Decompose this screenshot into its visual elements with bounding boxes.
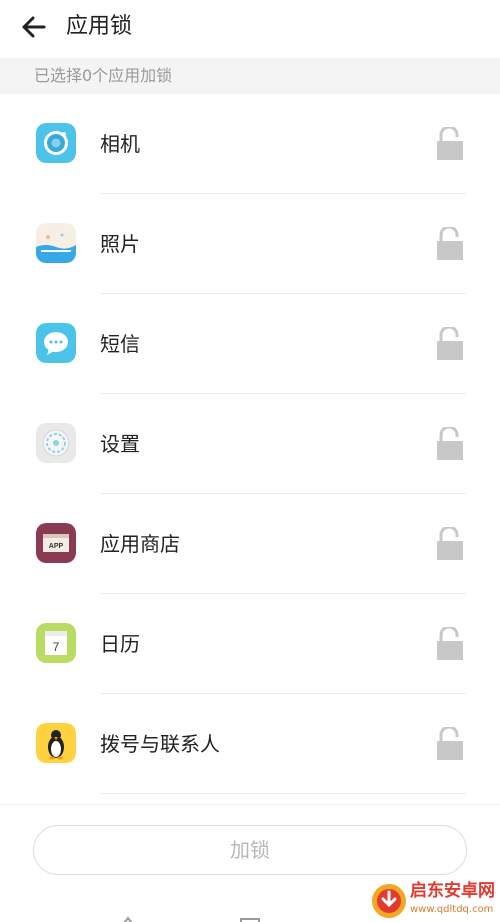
app-name: 设置 (100, 432, 140, 456)
app-name: 照片 (100, 232, 140, 256)
list-item-calendar[interactable]: 7 日历 (0, 594, 500, 694)
watermark-text: 启东安卓网 (410, 881, 495, 901)
lock-apps-button[interactable]: 加锁 (33, 825, 467, 875)
list-item-settings[interactable]: 设置 (0, 394, 500, 494)
unlocked-padlock-icon[interactable] (436, 525, 464, 561)
nav-home-icon[interactable] (240, 915, 260, 922)
photos-icon (36, 223, 76, 263)
nav-back-icon[interactable] (118, 913, 138, 922)
unlocked-padlock-icon[interactable] (436, 325, 464, 361)
settings-icon (36, 423, 76, 463)
svg-text:APP: APP (49, 543, 64, 550)
svg-text:7: 7 (53, 640, 60, 654)
dialer-contacts-icon (36, 723, 76, 763)
app-store-icon: APP (36, 523, 76, 563)
calendar-icon: 7 (36, 623, 76, 663)
selection-status-bar: 已选择0个应用加锁 (0, 58, 500, 94)
watermark: 启东安卓网 www.qdltdq.com (368, 880, 500, 922)
back-button[interactable] (14, 8, 54, 48)
app-header: 应用锁 (0, 0, 500, 58)
app-name: 日历 (100, 632, 140, 656)
app-name: 应用商店 (100, 532, 180, 556)
unlocked-padlock-icon[interactable] (436, 225, 464, 261)
arrow-left-icon (22, 16, 46, 38)
list-item-camera[interactable]: 相机 (0, 94, 500, 194)
divider (100, 793, 466, 794)
page-title: 应用锁 (66, 14, 133, 39)
watermark-logo-icon (372, 884, 406, 918)
unlocked-padlock-icon[interactable] (436, 125, 464, 161)
list-item-photos[interactable]: 照片 (0, 194, 500, 294)
unlocked-padlock-icon[interactable] (436, 725, 464, 761)
app-name: 短信 (100, 332, 140, 356)
watermark-url: www.qdltdq.com (410, 904, 494, 915)
camera-icon (36, 123, 76, 163)
app-list: 相机 照片 短信 设置 APP 应用商店 7 日历 拨号与联系人 (0, 94, 500, 794)
list-item-dialer-contacts[interactable]: 拨号与联系人 (0, 694, 500, 794)
unlocked-padlock-icon[interactable] (436, 625, 464, 661)
app-name: 拨号与联系人 (100, 732, 220, 756)
app-name: 相机 (100, 132, 140, 156)
list-item-messages[interactable]: 短信 (0, 294, 500, 394)
list-item-app-store[interactable]: APP 应用商店 (0, 494, 500, 594)
selection-status-text: 已选择0个应用加锁 (34, 66, 173, 85)
messages-icon (36, 323, 76, 363)
unlocked-padlock-icon[interactable] (436, 425, 464, 461)
